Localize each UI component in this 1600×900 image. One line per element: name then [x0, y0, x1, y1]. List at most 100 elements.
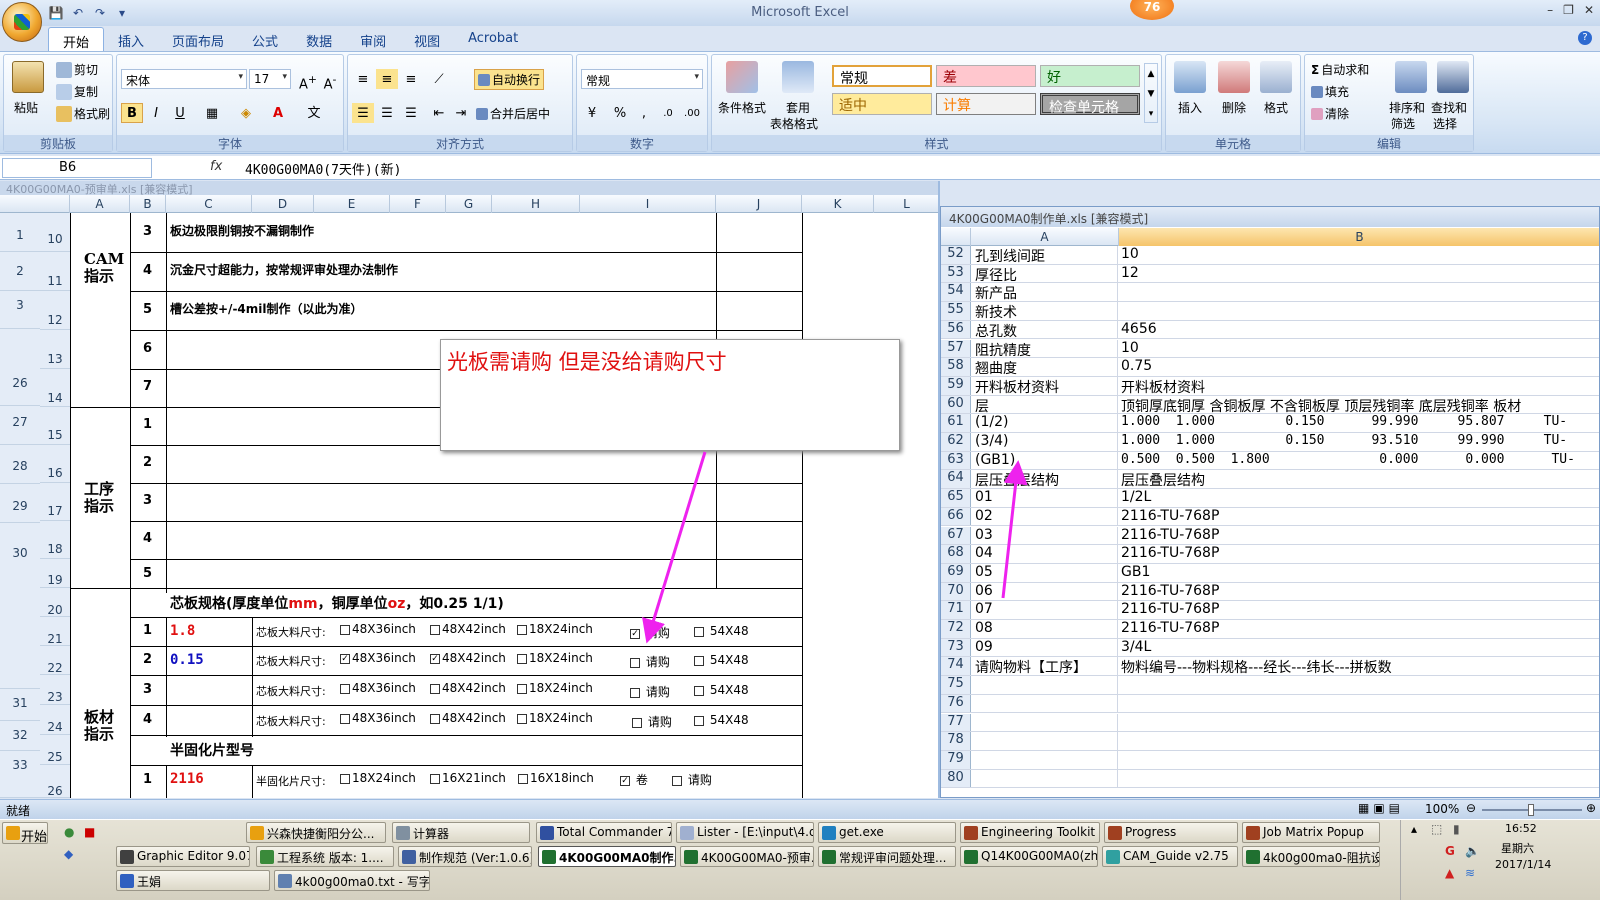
core-option-3[interactable]: 18X24inch: [517, 711, 593, 725]
cell-a[interactable]: 孔到线间距: [973, 246, 1118, 264]
checkbox[interactable]: ✓: [340, 653, 350, 664]
cell-b[interactable]: 12: [1120, 265, 1139, 283]
tray-app-icon[interactable]: G: [1445, 844, 1455, 858]
zoom-out-icon[interactable]: ⊖: [1466, 801, 1476, 815]
outer-row-number[interactable]: 29: [0, 484, 40, 523]
taskbar-item[interactable]: 王娟: [116, 870, 270, 891]
prepreg-roll[interactable]: ✓ 卷: [620, 771, 648, 788]
cell-a[interactable]: 层压叠层结构: [973, 470, 1118, 489]
delete-cells-button[interactable]: 删除: [1222, 99, 1246, 116]
outer-row-number[interactable]: 2: [0, 252, 40, 291]
tab-review[interactable]: 审阅: [346, 27, 400, 51]
inner-row-number[interactable]: 19: [40, 559, 70, 588]
taskbar-item[interactable]: 工程系统 版本: 1....: [256, 846, 394, 867]
inner-row-number[interactable]: 16: [40, 445, 70, 483]
core-option-1[interactable]: ✓ 48X36inch: [340, 651, 416, 665]
cell-b[interactable]: 1.000 1.000 0.150 99.990 95.807 TU-: [1120, 414, 1567, 432]
callout-note[interactable]: 光板需请购 但是没给请购尺寸: [440, 339, 900, 451]
cell-b[interactable]: [1120, 751, 1121, 769]
core-purchase[interactable]: 请购: [630, 683, 670, 700]
format-cells-button[interactable]: 格式: [1264, 99, 1288, 116]
cell-b[interactable]: 1.000 1.000 0.150 93.510 99.990 TU-: [1120, 433, 1567, 451]
row-number[interactable]: 59: [941, 376, 971, 395]
cell-a[interactable]: [973, 694, 1118, 713]
purchase-checkbox[interactable]: ✓: [630, 628, 640, 639]
taskbar-item[interactable]: 制作规范 (Ver:1.0.6): [398, 846, 532, 867]
inner-row-number[interactable]: 24: [40, 705, 70, 735]
taskbar-item[interactable]: 4K00G00MA0-预审...: [680, 846, 814, 867]
core-purchase[interactable]: 请购: [632, 713, 672, 730]
cell-a[interactable]: 02: [973, 507, 1118, 526]
checkbox[interactable]: [694, 685, 704, 696]
core-option-1[interactable]: 48X36inch: [340, 622, 416, 636]
taskbar-item[interactable]: get.exe: [818, 822, 956, 843]
tray-app-icon[interactable]: ▲: [1445, 866, 1454, 880]
taskbar-item[interactable]: Progress: [1104, 822, 1238, 843]
row-number[interactable]: 60: [941, 395, 971, 414]
cell-a[interactable]: [973, 713, 1118, 732]
outer-row-number[interactable]: 28: [0, 445, 40, 484]
column-header[interactable]: B: [130, 195, 166, 213]
column-header[interactable]: B: [1119, 228, 1599, 246]
insert-function-button[interactable]: fx: [160, 159, 232, 177]
paste-icon[interactable]: [12, 61, 44, 93]
paste-button[interactable]: 粘贴: [14, 99, 38, 116]
checkbox[interactable]: [672, 775, 682, 786]
align-top-icon[interactable]: ≡: [352, 69, 374, 89]
tray-app-icon[interactable]: ≋: [1465, 866, 1475, 880]
cell-a[interactable]: 04: [973, 545, 1118, 563]
cell-a[interactable]: (3/4): [973, 433, 1118, 451]
cell-b[interactable]: 开料板材资料: [1120, 377, 1205, 396]
cell-b[interactable]: [1120, 283, 1121, 301]
row-number[interactable]: 62: [941, 433, 971, 451]
copy-button[interactable]: 复制: [56, 83, 98, 100]
row-number[interactable]: 77: [941, 713, 971, 732]
column-header[interactable]: J: [716, 195, 802, 213]
windows-icon[interactable]: ◆: [64, 847, 73, 861]
bold-button[interactable]: B: [121, 103, 143, 123]
core-option-2[interactable]: 48X42inch: [430, 622, 506, 636]
column-header[interactable]: L: [874, 195, 938, 213]
checkbox[interactable]: [517, 624, 527, 635]
outer-row-number[interactable]: 1: [0, 213, 40, 252]
row-number[interactable]: 75: [941, 676, 971, 694]
inner-row-number[interactable]: 17: [40, 483, 70, 521]
cell-b[interactable]: [1120, 695, 1121, 713]
help-icon[interactable]: ?: [1578, 31, 1592, 45]
prepreg-option-1[interactable]: 18X24inch: [340, 771, 416, 785]
row-number[interactable]: 79: [941, 750, 971, 769]
font-size-select[interactable]: 17: [249, 69, 291, 89]
cell-b[interactable]: 2116-TU-768P: [1120, 527, 1219, 545]
outer-row-number[interactable]: 3: [0, 291, 40, 329]
shrink-font-icon[interactable]: A-: [319, 69, 341, 92]
phonetic-icon[interactable]: 文: [303, 103, 325, 123]
inner-row-number[interactable]: 23: [40, 675, 70, 705]
cell-a[interactable]: 层: [973, 395, 1118, 414]
row-number[interactable]: 55: [941, 302, 971, 320]
cell-a[interactable]: 05: [973, 563, 1118, 582]
decrease-decimal-icon[interactable]: .00: [681, 103, 703, 123]
tab-formulas[interactable]: 公式: [238, 27, 292, 51]
cell-b[interactable]: 10: [1120, 340, 1139, 358]
clock-time[interactable]: 16:52: [1505, 822, 1537, 835]
purchase-checkbox[interactable]: [630, 687, 640, 698]
cell-a[interactable]: 09: [973, 638, 1118, 657]
checkbox[interactable]: [340, 624, 350, 635]
tab-data[interactable]: 数据: [292, 27, 346, 51]
checkbox[interactable]: [517, 713, 527, 724]
inner-row-number[interactable]: 11: [40, 252, 70, 291]
cut-button[interactable]: 剪切: [56, 61, 98, 78]
format-painter-button[interactable]: 格式刷: [56, 105, 110, 122]
row-number[interactable]: 76: [941, 694, 971, 713]
inner-row-number[interactable]: 14: [40, 369, 70, 407]
taskbar-item[interactable]: 兴森快捷衡阳分公...: [246, 822, 386, 843]
prepreg-option-3[interactable]: 16X18inch: [518, 771, 594, 785]
taskbar-item[interactable]: Engineering Toolkit 9....: [960, 822, 1100, 843]
outer-row-number[interactable]: 26: [0, 329, 40, 406]
cell-a[interactable]: 新产品: [973, 283, 1118, 302]
cell-a[interactable]: (1/2): [973, 414, 1118, 432]
sort-filter-label-1[interactable]: 排序和: [1389, 99, 1425, 116]
row-number[interactable]: 70: [941, 582, 971, 601]
cell-b[interactable]: 2116-TU-768P: [1120, 601, 1219, 619]
tray-expand-icon[interactable]: ▴: [1411, 822, 1417, 836]
